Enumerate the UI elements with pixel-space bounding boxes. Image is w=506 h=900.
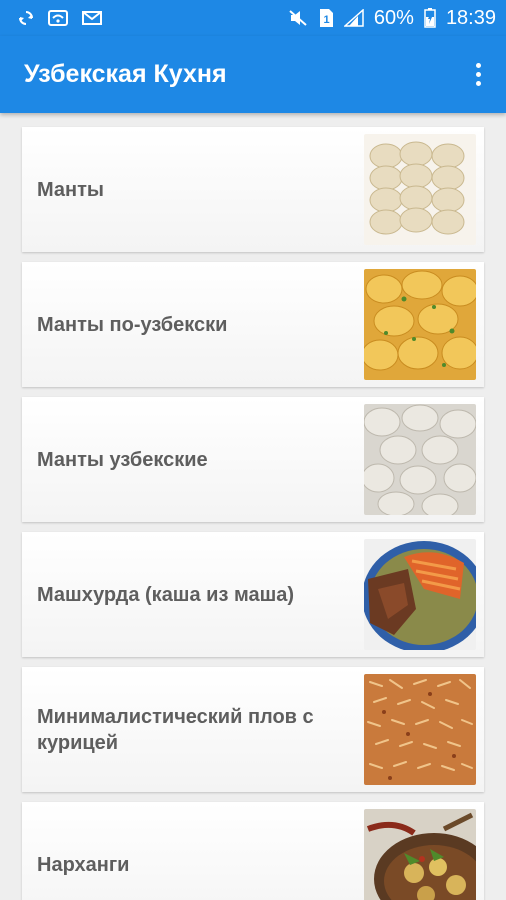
status-bar: 1 60% 18:39 [0,0,506,36]
wifi-signal-icon [48,10,68,26]
app-title: Узбекская Кухня [24,60,227,88]
recipe-card[interactable]: Манты по-узбекски [22,262,484,387]
recipe-title: Машхурда (каша из маша) [37,583,295,606]
recipe-card[interactable]: Минималистический плов с курицей [22,667,484,792]
manty-uzbek-image [364,269,476,380]
recipe-title: Минималистический плов с курицей [37,705,314,754]
mute-icon [289,10,307,26]
sync-icon [19,11,33,25]
narkhangi-image [364,809,476,900]
recipe-title: Манты по-узбекски [37,313,228,336]
status-right-icons: 1 60% 18:39 [288,7,496,30]
battery-percent: 60% [373,6,414,29]
recipe-card[interactable]: Машхурда (каша из маша) [22,532,484,657]
battery-icon [424,8,436,28]
mashkhurda-image [364,539,476,650]
recipe-title: Нарханги [37,853,130,876]
mail-icon [82,11,102,25]
more-vert-icon[interactable] [466,60,490,90]
recipe-card[interactable]: Нарханги [22,802,484,900]
recipe-title: Манты узбекские [37,448,208,471]
clock: 18:39 [445,6,496,29]
recipe-title: Манты [37,178,104,201]
app-bar: Узбекская Кухня [0,36,506,113]
plov-image [364,674,476,785]
signal-icon [343,9,364,27]
manty-image [364,134,476,245]
recipe-card[interactable]: Манты [22,127,484,252]
recipe-list[interactable]: Манты Манты по-узбекски Манты узбекские … [0,113,506,900]
status-left-icons [18,10,102,26]
manty-uzbekskie-image [364,404,476,515]
svg-text:1: 1 [323,14,329,26]
sim-icon: 1 [319,9,333,27]
recipe-card[interactable]: Манты узбекские [22,397,484,522]
